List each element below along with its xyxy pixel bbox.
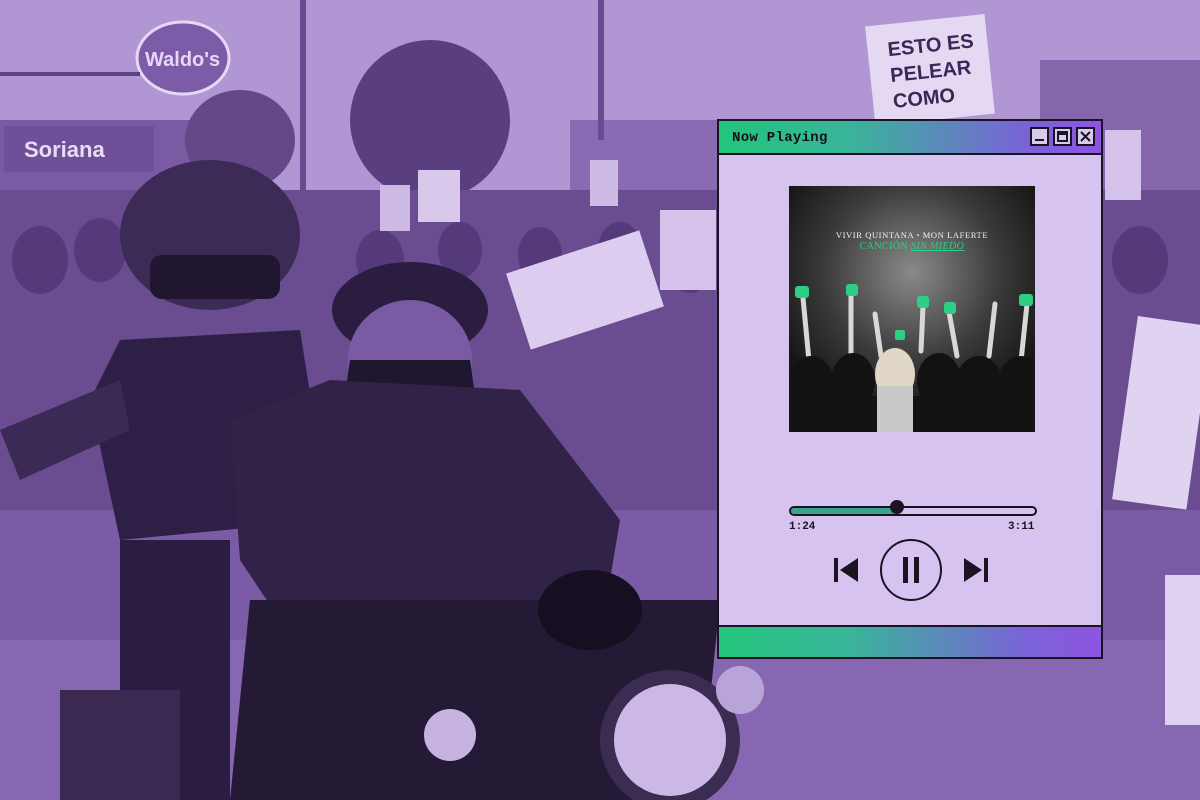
- album-art: VIVIR QUINTANA • MON LAFERTE CANCIÓN SIN…: [789, 186, 1035, 432]
- album-artist-separator: •: [916, 230, 921, 240]
- total-duration: 3:11: [1008, 521, 1035, 533]
- pause-button[interactable]: [879, 538, 943, 602]
- progress-track[interactable]: [789, 506, 1037, 516]
- album-artists: VIVIR QUINTANA • MON LAFERTE: [789, 230, 1035, 240]
- soriana-sign: Soriana: [24, 137, 105, 162]
- album-artist-1: VIVIR QUINTANA: [835, 230, 914, 240]
- minimize-icon: [1035, 139, 1044, 141]
- close-icon: [1080, 131, 1091, 142]
- album-artist-2: MON LAFERTE: [922, 230, 989, 240]
- elapsed-time: 1:24: [789, 521, 816, 533]
- minimize-button[interactable]: [1030, 127, 1049, 146]
- pause-icon: [880, 539, 942, 601]
- close-button[interactable]: [1076, 127, 1095, 146]
- progress-fill: [791, 508, 897, 514]
- album-title-italic: SIN MIEDO: [910, 241, 965, 252]
- now-playing-window: Now Playing VIVIR QUINTANA • MON LAFERTE…: [717, 119, 1103, 659]
- next-button[interactable]: [961, 555, 991, 585]
- skip-next-icon: [964, 558, 988, 582]
- album-title: CANCIÓN SIN MIEDO: [789, 241, 1035, 252]
- maximize-icon: [1057, 131, 1068, 142]
- window-title: Now Playing: [732, 130, 828, 146]
- window-footer: [719, 625, 1101, 657]
- album-art-image: [789, 186, 1035, 432]
- window-titlebar[interactable]: Now Playing: [719, 121, 1101, 155]
- maximize-button[interactable]: [1053, 127, 1072, 146]
- skip-previous-icon: [834, 558, 858, 582]
- album-title-plain: CANCIÓN: [859, 241, 909, 252]
- waldos-sign: Waldo's: [145, 49, 220, 71]
- progress-bar[interactable]: [789, 500, 1037, 516]
- progress-thumb[interactable]: [889, 500, 904, 514]
- previous-button[interactable]: [831, 555, 861, 585]
